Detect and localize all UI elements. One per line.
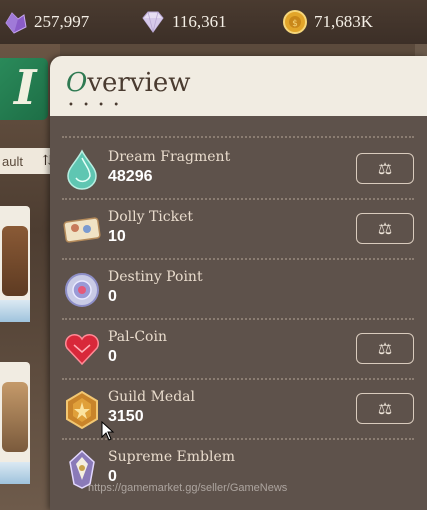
- item-amount: 48296: [108, 168, 153, 185]
- list-item: Pal-Coin 0 ⚖: [62, 320, 414, 380]
- mouse-cursor-icon: [101, 421, 115, 441]
- title-initial: O: [66, 68, 88, 98]
- gold-value: 71,683K: [314, 12, 374, 31]
- title-rest: verview: [87, 68, 191, 98]
- item-name: Supreme Emblem: [108, 449, 236, 465]
- list-item: Destiny Point 0: [62, 260, 414, 320]
- watermark: https://gamemarket.gg/seller/GameNews: [88, 482, 288, 494]
- scale-icon: ⚖: [377, 159, 393, 178]
- list-item: Dolly Ticket 10 ⚖: [62, 200, 414, 260]
- diamonds-value: 116,361: [172, 12, 227, 31]
- title-dots: • • • •: [68, 100, 123, 111]
- exchange-button[interactable]: ⚖: [356, 393, 414, 424]
- list-item: Dream Fragment 48296 ⚖: [62, 140, 414, 200]
- item-base: [0, 462, 30, 484]
- category-letter: I: [14, 60, 37, 116]
- scale-icon: ⚖: [377, 219, 393, 238]
- teardrop-gem-icon: [67, 149, 97, 190]
- crystals-value: 257,997: [34, 12, 90, 31]
- currency-gold: $ 71,683K: [282, 8, 373, 36]
- destiny-orb-icon: [65, 273, 99, 307]
- svg-text:$: $: [292, 19, 298, 29]
- item-name: Guild Medal: [108, 389, 195, 405]
- item-amount: 10: [108, 228, 126, 245]
- exchange-button[interactable]: ⚖: [356, 213, 414, 244]
- overview-header: Overview • • • •: [50, 56, 427, 116]
- gold-coin-icon: $: [283, 10, 307, 34]
- item-base: [0, 300, 30, 322]
- guild-medal-icon: [66, 390, 98, 430]
- overview-panel: Overview • • • • Dream Fragment 48296 ⚖ …: [50, 56, 427, 510]
- divider: [62, 136, 414, 138]
- heart-gem-icon: [65, 334, 99, 366]
- exchange-button[interactable]: ⚖: [356, 153, 414, 184]
- scale-icon: ⚖: [377, 339, 393, 358]
- item-name: Dolly Ticket: [108, 209, 194, 225]
- item-name: Destiny Point: [108, 269, 203, 285]
- currency-diamonds: 116,361: [140, 8, 227, 36]
- sort-label: ault: [2, 153, 23, 169]
- item-image: [2, 382, 28, 452]
- currency-bar: 257,997 116,361 $ 71,683K: [0, 0, 427, 44]
- purple-crystal-icon: [5, 12, 27, 34]
- panel-title: Overview: [66, 68, 190, 98]
- item-name: Pal-Coin: [108, 329, 167, 345]
- item-card[interactable]: [0, 206, 30, 322]
- item-name: Dream Fragment: [108, 149, 231, 165]
- exchange-button[interactable]: ⚖: [356, 333, 414, 364]
- currency-crystals: 257,997: [2, 8, 89, 36]
- diamond-icon: [142, 11, 164, 33]
- scale-icon: ⚖: [377, 399, 393, 418]
- item-amount: 0: [108, 348, 117, 365]
- item-image: [2, 226, 28, 296]
- item-amount: 0: [108, 288, 117, 305]
- ticket-icon: [63, 217, 101, 243]
- item-card[interactable]: [0, 362, 30, 484]
- category-tab[interactable]: I: [0, 58, 48, 120]
